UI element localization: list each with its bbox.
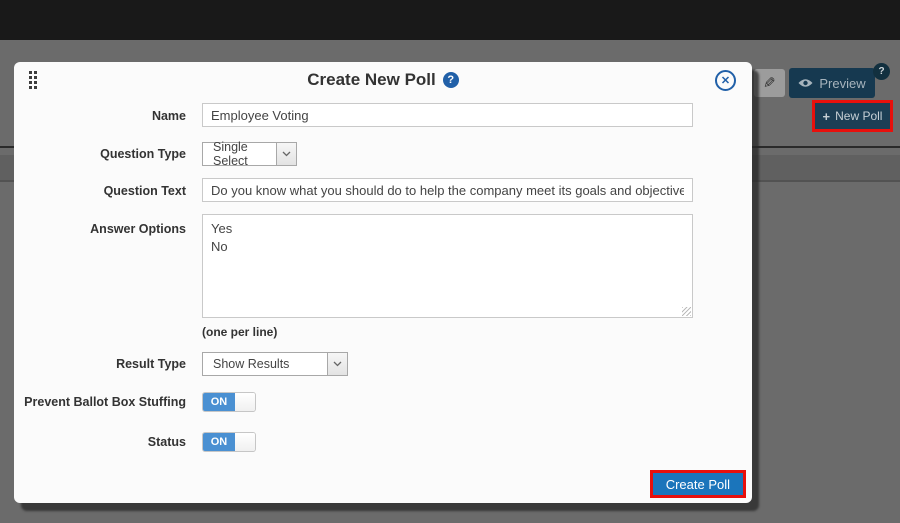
question-type-selected-value: Single Select	[213, 140, 248, 168]
status-toggle[interactable]: ON	[202, 432, 256, 452]
modal-title: Create New Poll	[307, 70, 436, 89]
prevent-ballot-toggle[interactable]: ON	[202, 392, 256, 412]
toggle-on-label: ON	[203, 433, 235, 451]
question-type-select[interactable]: Single Select	[202, 140, 297, 168]
result-type-label: Result Type	[116, 357, 186, 371]
status-label: Status	[147, 435, 186, 449]
new-poll-button[interactable]: + New Poll	[815, 103, 890, 129]
preview-button-label: Preview	[819, 75, 866, 91]
create-poll-modal: Create New Poll ? ✕ Name Question Type S…	[14, 62, 752, 503]
top-nav-bar	[0, 0, 900, 40]
result-type-select[interactable]: Show Results	[202, 352, 348, 376]
textarea-resize-grip[interactable]	[682, 307, 691, 316]
toggle-on-label: ON	[203, 393, 235, 411]
prevent-ballot-label: Prevent Ballot Box Stuffing	[24, 395, 186, 409]
close-icon[interactable]: ✕	[715, 70, 736, 91]
modal-help-icon[interactable]: ?	[442, 72, 459, 88]
result-type-selected-value: Show Results	[213, 357, 290, 371]
new-poll-annotation-box: + New Poll	[812, 100, 893, 132]
edit-button[interactable]: ✎	[754, 69, 785, 97]
preview-button[interactable]: Preview	[789, 68, 875, 98]
question-text-input[interactable]	[202, 178, 693, 202]
eye-icon	[798, 76, 813, 91]
chevron-down-icon	[276, 143, 296, 165]
toggle-knob	[235, 393, 255, 411]
chevron-down-icon	[327, 353, 347, 375]
answer-options-hint: (one per line)	[202, 325, 278, 339]
new-poll-button-label: New Poll	[835, 109, 883, 123]
answer-options-label: Answer Options	[90, 222, 186, 236]
answer-options-row: Answer Options Yes No	[14, 214, 752, 323]
question-type-label: Question Type	[100, 147, 186, 161]
question-text-label: Question Text	[103, 184, 186, 198]
toggle-knob	[235, 433, 255, 451]
create-poll-annotation-box: Create Poll	[649, 470, 746, 498]
name-label: Name	[151, 109, 186, 123]
create-poll-button[interactable]: Create Poll	[652, 473, 743, 495]
page-help-icon[interactable]: ?	[873, 63, 890, 80]
pencil-icon: ✎	[763, 75, 776, 92]
modal-header: Create New Poll ?	[14, 62, 752, 98]
name-input[interactable]	[202, 103, 693, 127]
answer-options-textarea[interactable]: Yes No	[202, 214, 693, 318]
plus-icon: +	[822, 108, 831, 124]
